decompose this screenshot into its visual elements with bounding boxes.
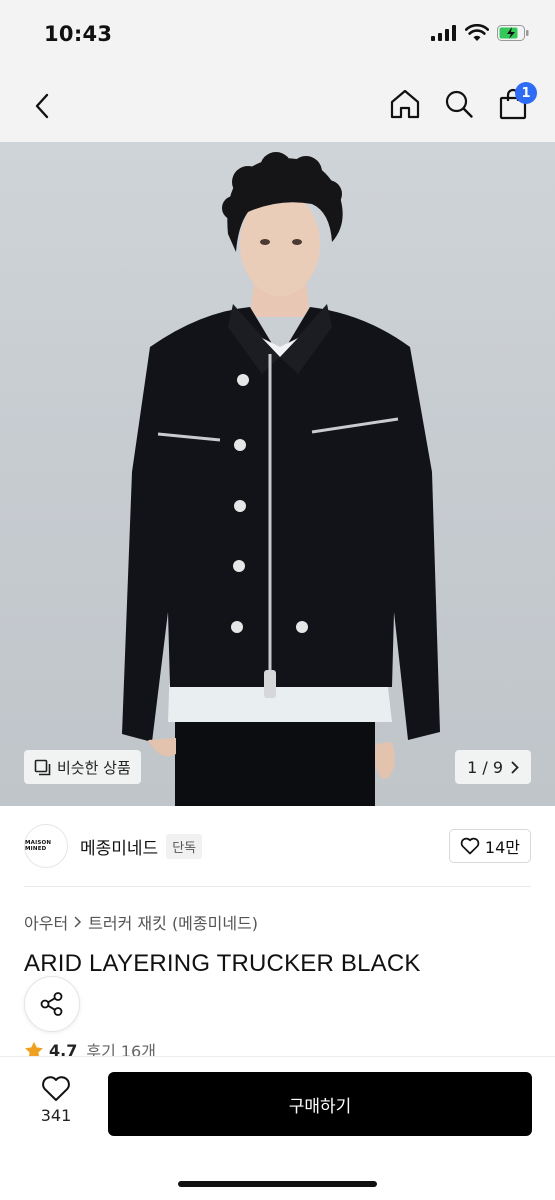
home-icon xyxy=(390,89,420,119)
breadcrumb-category[interactable]: 아우터 xyxy=(24,910,68,934)
breadcrumb-subcategory[interactable]: 트러커 재킷 (메종미네드) xyxy=(88,910,258,934)
status-icons xyxy=(431,24,529,42)
share-button[interactable] xyxy=(24,976,80,1032)
back-button[interactable] xyxy=(26,88,58,124)
home-indicator xyxy=(178,1181,377,1187)
battery-icon xyxy=(497,25,529,41)
chevron-left-icon xyxy=(35,93,49,119)
buy-button[interactable]: 구매하기 xyxy=(108,1072,532,1136)
brand-logo[interactable]: MAISON MINED xyxy=(24,824,68,868)
bottom-action-bar: 341 구매하기 xyxy=(0,1056,555,1200)
brand-like-button[interactable]: 14만 xyxy=(448,829,531,863)
similar-products-label: 비슷한 상품 xyxy=(57,758,131,777)
similar-products-button[interactable]: 비슷한 상품 xyxy=(24,750,141,784)
wishlist-button[interactable]: 341 xyxy=(24,1075,88,1135)
share-icon xyxy=(40,992,63,1016)
wifi-icon xyxy=(465,24,489,41)
cart-badge: 1 xyxy=(515,82,537,104)
nav-actions: 1 xyxy=(387,82,537,124)
status-bar: 10:43 xyxy=(0,0,555,70)
product-title: ARID LAYERING TRUCKER BLACK xyxy=(24,950,421,977)
brand-name[interactable]: 메종미네드 xyxy=(80,834,158,859)
brand-logo-text: MAISON MINED xyxy=(25,840,52,852)
cart-button[interactable]: 1 xyxy=(495,82,537,124)
breadcrumb: 아우터 트러커 재킷 (메종미네드) xyxy=(24,910,258,934)
brand-like-count: 14만 xyxy=(484,838,520,857)
exclusive-badge: 단독 xyxy=(166,833,203,859)
search-button[interactable] xyxy=(441,84,477,124)
divider xyxy=(24,886,531,887)
heart-icon xyxy=(42,1076,70,1101)
chevron-right-icon xyxy=(74,916,82,928)
status-time: 10:43 xyxy=(44,22,113,46)
product-image[interactable]: 비슷한 상품 1 / 9 xyxy=(0,142,555,806)
signal-icon xyxy=(431,25,456,41)
brand-row: MAISON MINED 메종미네드 단독 14만 xyxy=(24,822,531,870)
search-icon xyxy=(445,90,473,118)
copy-icon xyxy=(34,759,51,775)
image-pager[interactable]: 1 / 9 xyxy=(455,750,531,784)
pager-label: 1 / 9 xyxy=(467,757,503,777)
chevron-right-icon xyxy=(511,761,519,773)
product-photo xyxy=(122,152,440,806)
wishlist-count: 341 xyxy=(40,1106,72,1125)
heart-icon xyxy=(460,837,480,855)
home-button[interactable] xyxy=(387,84,423,124)
nav-bar: 1 xyxy=(0,70,555,142)
